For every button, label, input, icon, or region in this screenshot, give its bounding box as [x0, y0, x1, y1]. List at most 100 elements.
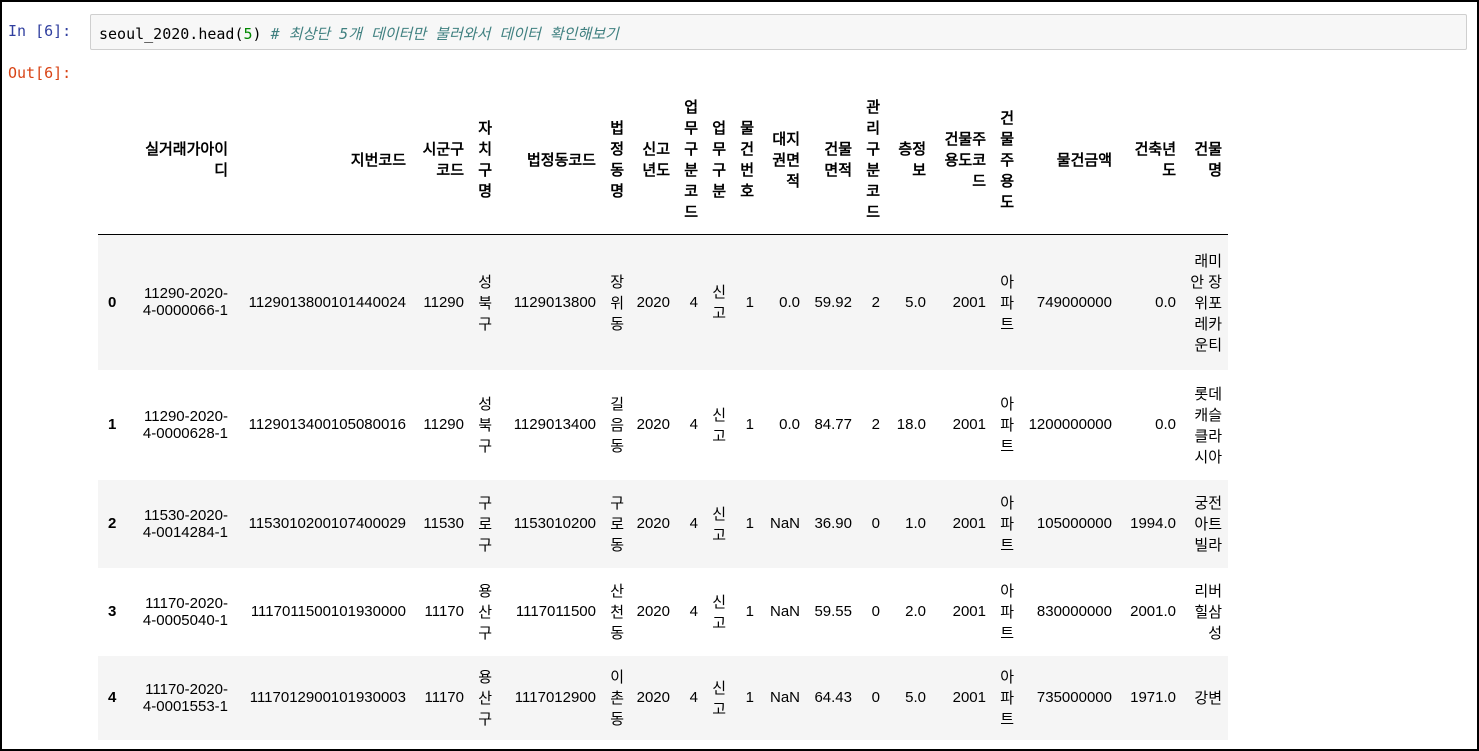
table-cell: 2020: [636, 515, 670, 532]
table-cell: 1117011500: [515, 603, 596, 620]
table-cell: 리버힐삼성: [1194, 583, 1222, 642]
table-cell: 구로동: [610, 495, 624, 554]
table-cell: NaN: [769, 603, 800, 620]
table-cell: 2020: [636, 416, 670, 433]
table-cell: 0: [871, 515, 880, 532]
column-header: 업무구분: [704, 84, 732, 235]
code-argument: 5: [243, 25, 253, 43]
table-cell: 길음동: [610, 396, 624, 455]
index-header: [98, 84, 136, 235]
table-cell: 830000000: [1036, 603, 1112, 620]
table-cell: 11170-2020-4-0005040-1: [142, 594, 228, 629]
code-comment: # 최상단 5개 데이터만 불러와서 데이터 확인해보기: [270, 25, 619, 43]
table-cell: 1117012900: [514, 689, 596, 706]
table-cell: 용산구: [478, 583, 492, 642]
table-cell: 0: [871, 689, 880, 706]
column-header: 물건번호: [732, 84, 760, 235]
table-cell: 2: [871, 293, 880, 311]
column-header: 관리구분코드: [858, 84, 886, 235]
table-cell: 1: [745, 689, 754, 706]
table-cell: 1153010200107400029: [248, 515, 406, 532]
column-header: 물건금액: [1020, 84, 1118, 235]
column-header: 지번코드: [234, 84, 412, 235]
table-cell: 1153010200: [513, 515, 596, 532]
table-cell: 2001: [952, 603, 986, 620]
table-cell: 105000000: [1036, 515, 1112, 532]
input-prompt: In [6]:: [8, 22, 72, 40]
column-header: 자치구명: [470, 84, 498, 235]
column-header: 업무구분코드: [676, 84, 704, 235]
table-cell: 0.0: [779, 293, 800, 311]
table-cell: 1117011500101930000: [250, 603, 406, 620]
table-cell: 11530-2020-4-0014284-1: [142, 506, 228, 541]
table-cell: 36.90: [814, 515, 852, 532]
table-cell: 1129013800: [513, 293, 596, 311]
table-header: 실거래가아이디 지번코드 시군구코드 자치구명 법정동코드 법정동명 신고년도 …: [98, 84, 1228, 235]
table-cell: 11290: [423, 293, 464, 311]
table-cell: 아파트: [1000, 273, 1014, 333]
table-cell: 11170: [424, 603, 465, 620]
table-cell: 64.43: [814, 689, 852, 706]
table-cell: 0: [871, 603, 880, 620]
table-cell: 1129013400105080016: [248, 416, 406, 433]
table-cell: 735000000: [1036, 689, 1112, 706]
table-cell: 11170-2020-4-0001553-1: [142, 680, 228, 715]
table-cell: 롯데캐슬클라시아: [1194, 385, 1222, 466]
column-header: 층정보: [886, 84, 932, 235]
table-cell: 2001: [952, 515, 986, 532]
header-row: 실거래가아이디 지번코드 시군구코드 자치구명 법정동코드 법정동명 신고년도 …: [98, 84, 1228, 235]
table-cell: 4: [689, 689, 698, 706]
table-row: 3 11170-2020-4-0005040-1 111701150010193…: [98, 567, 1228, 656]
table-cell: 2: [871, 416, 880, 433]
table-cell: 2020: [636, 293, 670, 311]
table-row: 4 11170-2020-4-0001553-1 111701290010193…: [98, 655, 1228, 740]
table-row: 2 11530-2020-4-0014284-1 115301020010740…: [98, 479, 1228, 568]
column-header: 실거래가아이디: [136, 84, 234, 235]
row-index: 3: [108, 603, 117, 620]
table-cell: 1200000000: [1028, 416, 1112, 433]
table-cell: 11290: [423, 416, 464, 433]
table-cell: 2001: [952, 293, 986, 311]
table-cell: 아파트: [1000, 495, 1014, 554]
table-cell: 신고: [712, 679, 726, 718]
code-close-paren: ): [252, 25, 271, 43]
table-cell: 59.92: [814, 293, 852, 311]
table-cell: 11530: [423, 515, 464, 532]
table-cell: 1117012900101930003: [249, 689, 406, 706]
column-header: 법정동코드: [498, 84, 602, 235]
table-cell: 0.0: [1155, 416, 1176, 433]
table-cell: 1: [745, 515, 754, 532]
code-call: seoul_2020.head(: [99, 25, 244, 43]
code-line[interactable]: seoul_2020.head(5) # 최상단 5개 데이터만 불러와서 데이…: [99, 23, 619, 44]
table-cell: 신고: [712, 406, 726, 445]
row-index: 0: [108, 293, 117, 311]
table-row: 0 11290-2020-4-0000066-1 112901380010144…: [98, 234, 1228, 370]
code-cell[interactable]: seoul_2020.head(5) # 최상단 5개 데이터만 불러와서 데이…: [90, 14, 1467, 50]
table-cell: 이촌동: [610, 669, 624, 728]
table-cell: 4: [689, 515, 698, 532]
table-cell: 2.0: [905, 603, 926, 620]
column-header: 건물주용도코드: [932, 84, 992, 235]
column-header: 건물면적: [806, 84, 858, 235]
row-index: 2: [108, 515, 117, 532]
table-cell: 59.55: [814, 603, 852, 620]
table-cell: 2020: [636, 689, 670, 706]
table-cell: 5.0: [905, 689, 926, 706]
table-cell: NaN: [769, 515, 800, 532]
table-cell: 84.77: [814, 416, 852, 433]
notebook-window: In [6]: seoul_2020.head(5) # 최상단 5개 데이터만…: [0, 0, 1479, 751]
table-cell: 11290-2020-4-0000066-1: [142, 285, 228, 320]
table-cell: 장위동: [610, 273, 624, 333]
table-cell: 성북구: [478, 273, 492, 333]
table-cell: 1129013800101440024: [248, 293, 406, 311]
table-cell: 1994.0: [1130, 515, 1176, 532]
table-cell: 궁전아트빌라: [1194, 495, 1222, 554]
dataframe-table: 실거래가아이디 지번코드 시군구코드 자치구명 법정동코드 법정동명 신고년도 …: [98, 84, 1228, 740]
table-cell: 1971.0: [1130, 689, 1176, 706]
column-header: 신고년도: [630, 84, 676, 235]
row-index: 1: [108, 416, 117, 433]
table-cell: 아파트: [1000, 583, 1014, 642]
table-cell: 아파트: [1000, 669, 1014, 728]
table-cell: 신고: [712, 593, 726, 632]
column-header: 건축년도: [1118, 84, 1182, 235]
